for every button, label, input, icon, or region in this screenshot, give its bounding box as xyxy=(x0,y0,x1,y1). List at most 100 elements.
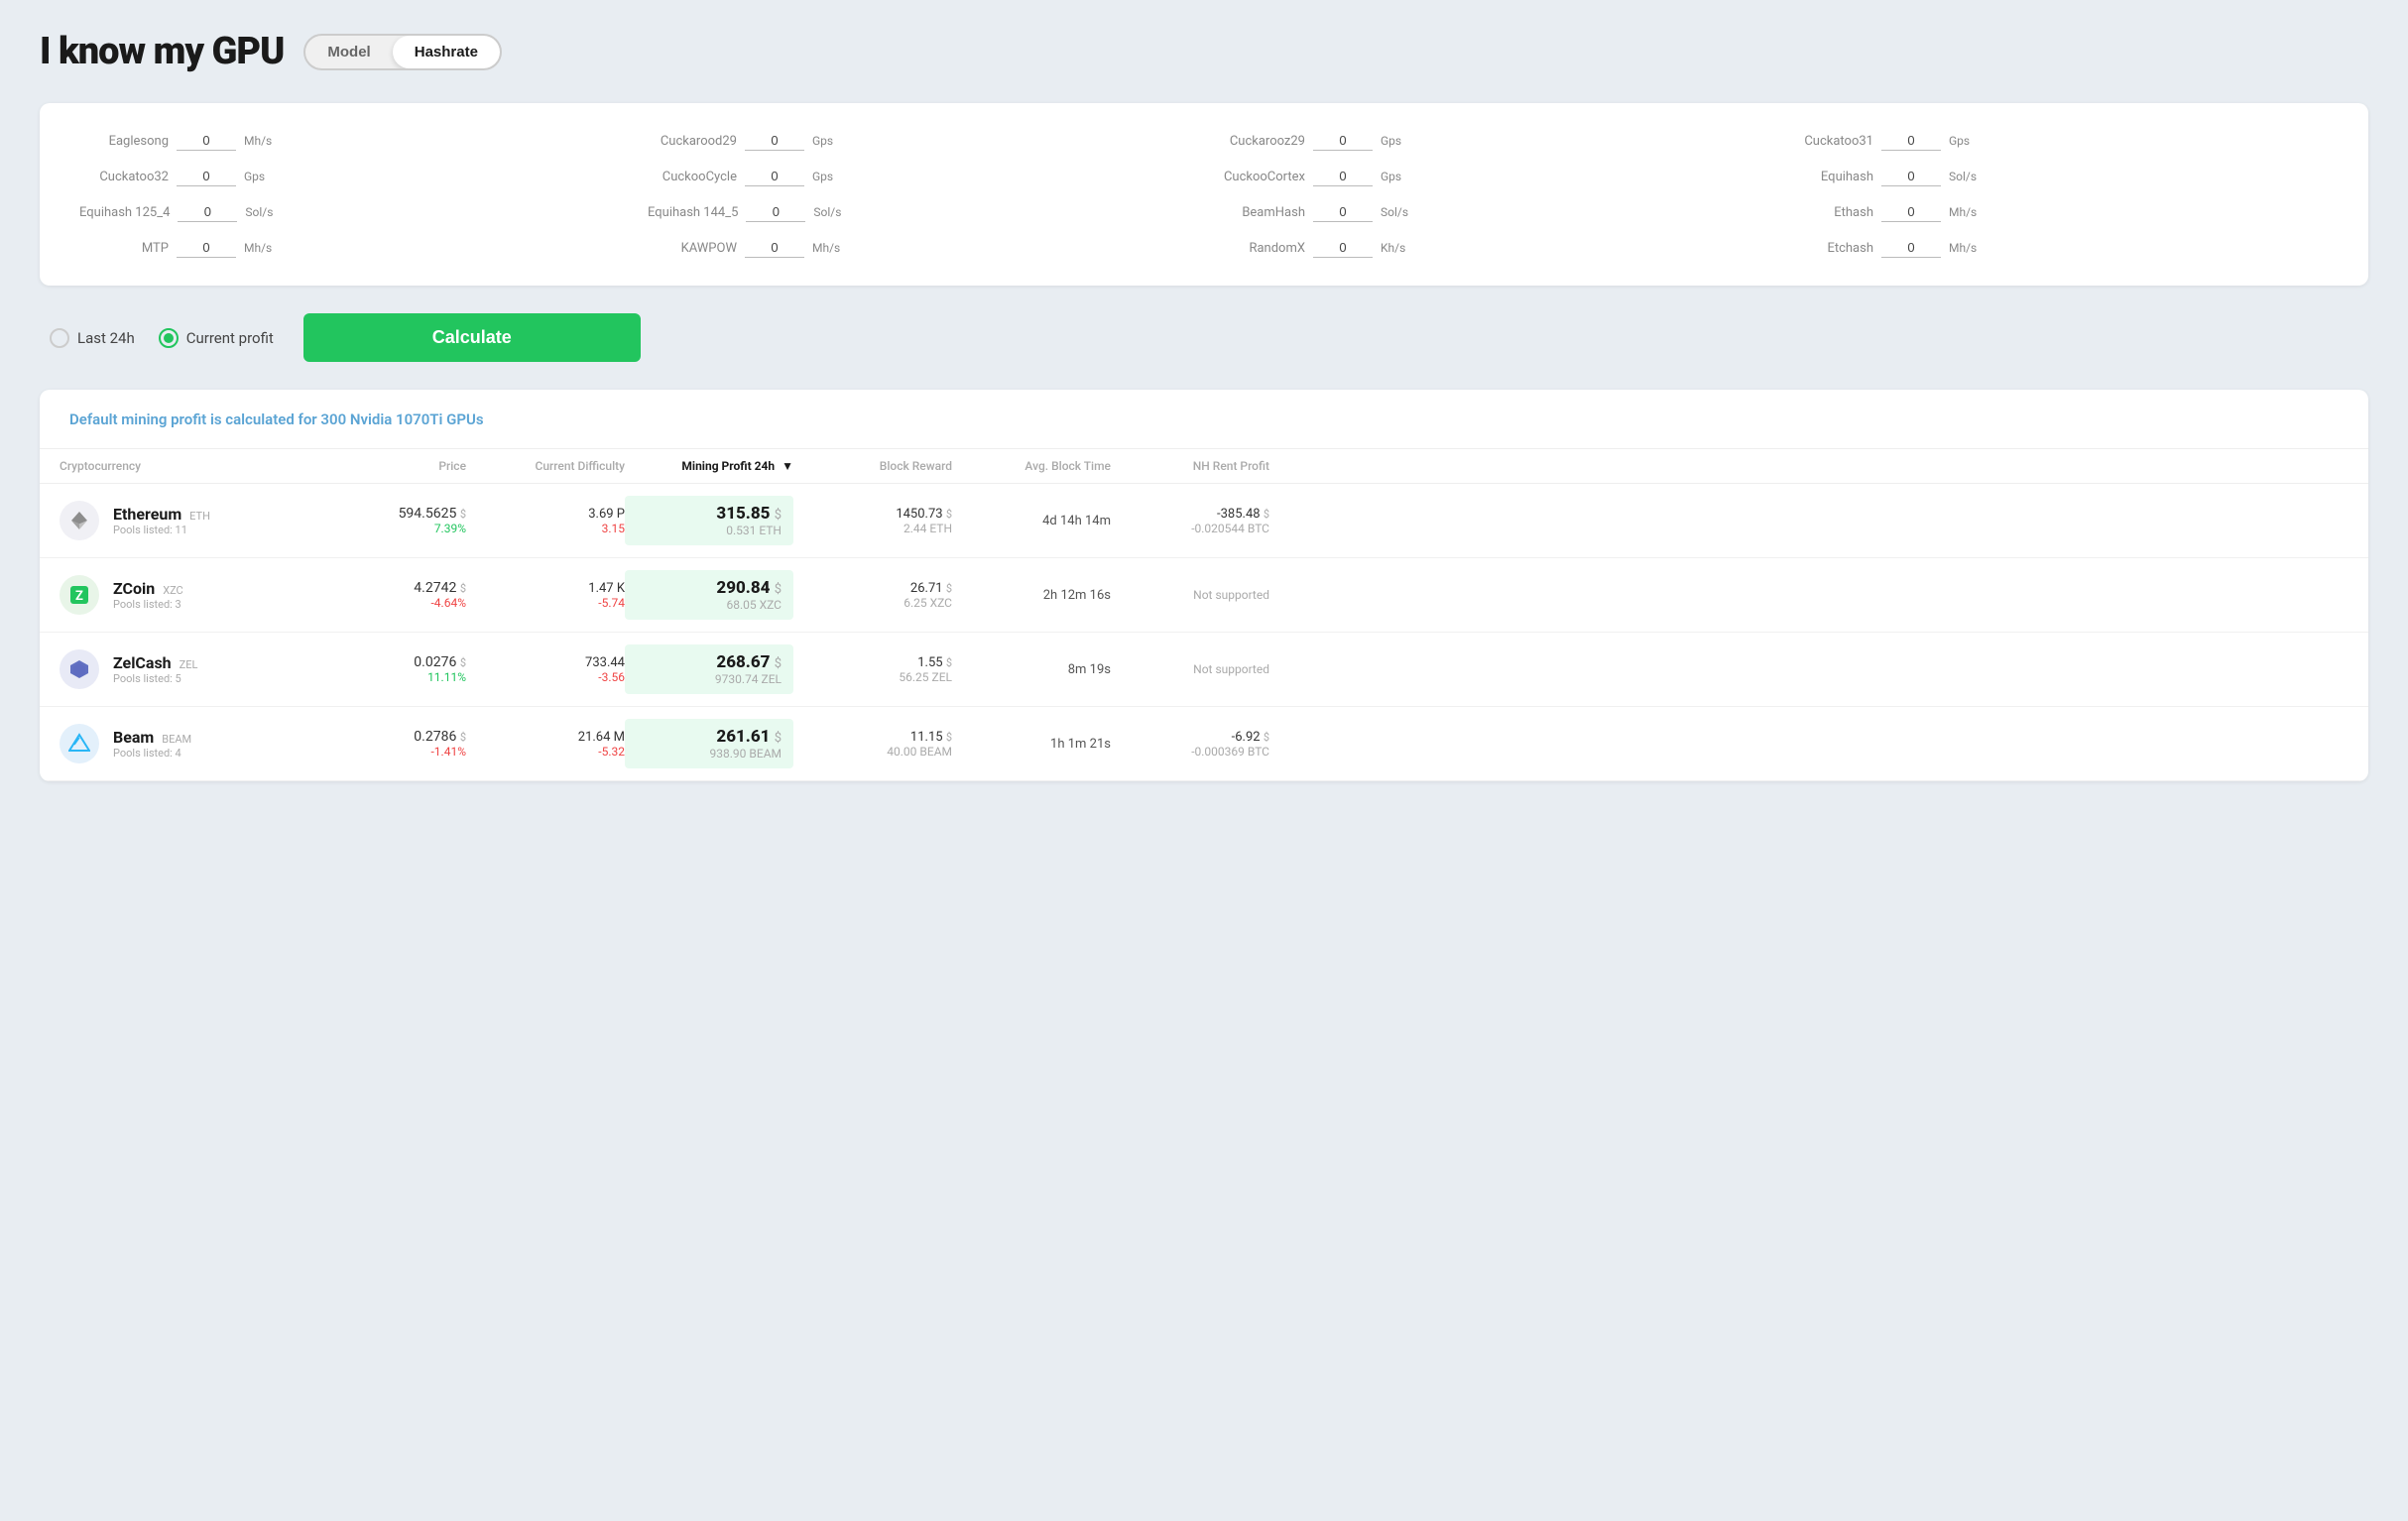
th-block-reward: Block Reward xyxy=(793,459,952,473)
site-title: I know my GPU xyxy=(40,30,284,73)
hashrate-item-beamhash: BeamHash Sol/s xyxy=(1216,202,1760,222)
diff-main-1: 1.47 K xyxy=(466,581,625,596)
hashrate-label-11: Ethash xyxy=(1784,205,1873,220)
profit-main-0: 315.85 $ xyxy=(637,504,782,524)
profit-cell-2: 268.67 $ 9730.74 ZEL xyxy=(625,644,793,694)
price-main-3: 0.2786 $ xyxy=(337,729,466,745)
hashrate-item-equihash_125_4: Equihash 125_4 Sol/s xyxy=(79,202,624,222)
coin-cell-1: Z ZCoin XZC Pools listed: 3 xyxy=(60,575,337,615)
block-sub-1: 6.25 XZC xyxy=(793,596,952,610)
hashrate-input-3[interactable] xyxy=(1881,131,1941,151)
profit-cell-0: 315.85 $ 0.531 ETH xyxy=(625,496,793,545)
hashrate-unit-14: Kh/s xyxy=(1381,241,1405,255)
profit-sub-2: 9730.74 ZEL xyxy=(637,672,782,686)
coin-name-1: ZCoin XZC xyxy=(113,579,183,598)
td-diff-0: 3.69 P 3.15 xyxy=(466,507,625,535)
block-sub-3: 40.00 BEAM xyxy=(793,745,952,759)
th-cryptocurrency: Cryptocurrency xyxy=(60,459,337,473)
hashrate-label-5: CuckooCycle xyxy=(648,170,737,184)
coin-cell-3: Beam BEAM Pools listed: 4 xyxy=(60,724,337,763)
nh-rent-sub-3: -0.000369 BTC xyxy=(1111,745,1269,759)
profit-main-1: 290.84 $ xyxy=(637,578,782,598)
svg-text:Z: Z xyxy=(75,589,83,604)
block-main-2: 1.55 $ xyxy=(793,655,952,670)
calculate-button[interactable]: Calculate xyxy=(303,313,641,362)
hashrate-item-cuckarood29: Cuckarood29 Gps xyxy=(648,131,1192,151)
block-sub-2: 56.25 ZEL xyxy=(793,670,952,684)
td-profit-2: 268.67 $ 9730.74 ZEL xyxy=(625,644,793,694)
diff-main-2: 733.44 xyxy=(466,655,625,670)
hashrate-label-4: Cuckatoo32 xyxy=(79,170,169,184)
price-change-1: -4.64% xyxy=(337,596,466,610)
price-change-3: -1.41% xyxy=(337,745,466,759)
td-block-0: 1450.73 $ 2.44 ETH xyxy=(793,507,952,535)
last24h-radio[interactable]: Last 24h xyxy=(50,328,135,348)
hashrate-input-6[interactable] xyxy=(1313,167,1373,186)
hashrate-input-0[interactable] xyxy=(177,131,236,151)
profit-sub-0: 0.531 ETH xyxy=(637,524,782,537)
hashrate-input-1[interactable] xyxy=(745,131,804,151)
hashrate-panel: Eaglesong Mh/s Cuckarood29 Gps Cuckarooz… xyxy=(40,103,2368,286)
hashrate-label-0: Eaglesong xyxy=(79,134,169,149)
mode-toggle[interactable]: Model Hashrate xyxy=(303,34,502,70)
page-header: I know my GPU Model Hashrate xyxy=(40,30,2368,73)
hashrate-input-13[interactable] xyxy=(745,238,804,258)
sort-arrow-icon: ▼ xyxy=(782,459,793,473)
hashrate-label-10: BeamHash xyxy=(1216,205,1305,220)
controls-row: Last 24h Current profit Calculate xyxy=(40,313,2368,362)
hashrate-input-12[interactable] xyxy=(177,238,236,258)
td-nh-rent-3: -6.92 $ -0.000369 BTC xyxy=(1111,730,1269,759)
td-price-0: 594.5625 $ 7.39% xyxy=(337,506,466,535)
nh-rent-main-0: -385.48 $ xyxy=(1111,507,1269,522)
td-price-3: 0.2786 $ -1.41% xyxy=(337,729,466,759)
coin-name-block-2: ZelCash ZEL Pools listed: 5 xyxy=(113,653,197,685)
current-profit-radio[interactable]: Current profit xyxy=(159,328,274,348)
diff-change-2: -3.56 xyxy=(466,670,625,684)
hashrate-item-cuckatoo31: Cuckatoo31 Gps xyxy=(1784,131,2329,151)
td-block-2: 1.55 $ 56.25 ZEL xyxy=(793,655,952,684)
hashrate-input-15[interactable] xyxy=(1881,238,1941,258)
hashrate-input-11[interactable] xyxy=(1881,202,1941,222)
td-profit-3: 261.61 $ 938.90 BEAM xyxy=(625,719,793,768)
model-toggle-btn[interactable]: Model xyxy=(305,36,392,68)
hashrate-input-9[interactable] xyxy=(746,202,805,222)
hashrate-input-14[interactable] xyxy=(1313,238,1373,258)
hashrate-input-10[interactable] xyxy=(1313,202,1373,222)
hashrate-label-1: Cuckarood29 xyxy=(648,134,737,149)
th-difficulty: Current Difficulty xyxy=(466,459,625,473)
profit-main-3: 261.61 $ xyxy=(637,727,782,747)
hashrate-input-5[interactable] xyxy=(745,167,804,186)
hashrate-input-2[interactable] xyxy=(1313,131,1373,151)
diff-main-3: 21.64 M xyxy=(466,730,625,745)
last24h-radio-circle xyxy=(50,328,69,348)
current-profit-radio-circle xyxy=(159,328,179,348)
block-sub-0: 2.44 ETH xyxy=(793,522,952,535)
coin-pools-2: Pools listed: 5 xyxy=(113,672,197,685)
td-block-3: 11.15 $ 40.00 BEAM xyxy=(793,730,952,759)
hashrate-item-ethash: Ethash Mh/s xyxy=(1784,202,2329,222)
td-blocktime-0: 4d 14h 14m xyxy=(952,514,1111,528)
hashrate-label-7: Equihash xyxy=(1784,170,1873,184)
th-profit[interactable]: Mining Profit 24h ▼ xyxy=(625,459,793,473)
coin-pools-1: Pools listed: 3 xyxy=(113,598,183,611)
hashrate-input-4[interactable] xyxy=(177,167,236,186)
hashrate-unit-12: Mh/s xyxy=(244,241,272,255)
table-row: Z ZCoin XZC Pools listed: 3 4.2742 $ -4.… xyxy=(40,558,2368,633)
th-nh-rent: NH Rent Profit xyxy=(1111,459,1269,473)
hashrate-item-eaglesong: Eaglesong Mh/s xyxy=(79,131,624,151)
hashrate-unit-5: Gps xyxy=(812,170,833,183)
hashrate-input-8[interactable] xyxy=(178,202,237,222)
diff-change-3: -5.32 xyxy=(466,745,625,759)
profit-sub-1: 68.05 XZC xyxy=(637,598,782,612)
hashrate-item-mtp: MTP Mh/s xyxy=(79,238,624,258)
coin-icon-3 xyxy=(60,724,99,763)
hashrate-label-3: Cuckatoo31 xyxy=(1784,134,1873,149)
hashrate-toggle-btn[interactable]: Hashrate xyxy=(393,36,500,68)
table-body: Ethereum ETH Pools listed: 11 594.5625 $… xyxy=(40,484,2368,781)
price-main-1: 4.2742 $ xyxy=(337,580,466,596)
coin-name-block-3: Beam BEAM Pools listed: 4 xyxy=(113,728,191,760)
td-diff-3: 21.64 M -5.32 xyxy=(466,730,625,759)
hashrate-input-7[interactable] xyxy=(1881,167,1941,186)
hashrate-item-kawpow: KAWPOW Mh/s xyxy=(648,238,1192,258)
td-profit-0: 315.85 $ 0.531 ETH xyxy=(625,496,793,545)
